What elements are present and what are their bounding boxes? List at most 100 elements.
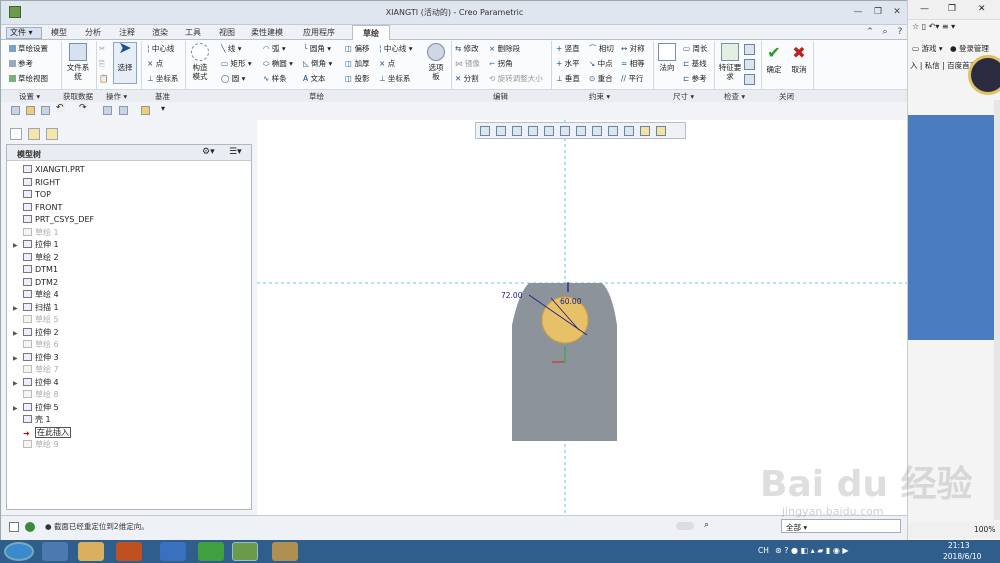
baidu-cloud-taskbar-icon[interactable] [160,542,186,561]
reference-dim-button[interactable]: ⊏ 参考 [683,74,707,84]
sketch-view-button[interactable]: 草绘视图 [9,74,48,84]
saved-orientations-icon[interactable] [560,126,570,136]
zoom-level[interactable]: 100% [974,525,995,534]
display-style-icon[interactable] [544,126,554,136]
tree-item[interactable]: FRONT [13,202,62,214]
cancel-button[interactable]: ✖ 取消 [789,43,809,74]
open-folder-icon[interactable] [26,106,35,115]
chamfer-button[interactable]: ◺ 倒角 ▾ [303,59,332,69]
folder-browser-tab-icon[interactable] [28,128,40,140]
save-icon[interactable] [41,106,50,115]
paint-taskbar-icon[interactable] [272,542,298,561]
close-doc-icon[interactable] [141,106,150,115]
sketcher-display-filter-icon[interactable] [656,126,666,136]
feature-requirements-button[interactable]: 特征要求 [717,43,743,81]
tree-item[interactable]: ▶ 扫描 1 [13,302,59,314]
smart-toggle[interactable] [676,522,694,530]
expand-arrow-icon[interactable]: ▶ [13,378,23,390]
tab-flexible-modeling[interactable]: 柔性建模 [251,27,283,38]
text-button[interactable]: A 文本 [303,74,326,84]
sketch-csys-button[interactable]: ⊥ 坐标系 [379,74,410,84]
ellipse-button[interactable]: ⬭ 椭圆 ▾ [263,59,293,69]
tree-settings-icon[interactable]: ⚙▾ [202,147,215,157]
mirror-button[interactable]: ⋈ 镜像 [455,59,480,69]
line-button[interactable]: ╲ 线 ▾ [221,44,242,54]
restore-icon[interactable]: ❐ [948,4,956,14]
view-manager-icon[interactable] [576,126,586,136]
tree-item[interactable]: RIGHT [13,177,60,189]
references-button[interactable]: 参考 [9,59,33,69]
corner-button[interactable]: ⌐ 拐角 [489,59,513,69]
model-tree-tab-icon[interactable] [10,128,22,140]
tree-item[interactable]: PRT_CSYS_DEF [13,214,94,226]
redo-icon[interactable]: ↷ [79,103,88,113]
media-player-taskbar-icon[interactable] [116,542,142,561]
annotation-display-icon[interactable] [624,126,634,136]
find-icon[interactable]: ⌕ [704,520,709,530]
refit-icon[interactable] [480,126,490,136]
group-label-setup[interactable]: 设置 ▾ [19,91,40,102]
tab-render[interactable]: 渲染 [152,27,168,38]
tree-item[interactable]: ▶ 拉伸 2 [13,327,59,339]
dimension-72[interactable]: 72.00 [501,291,523,300]
expand-arrow-icon[interactable]: ▶ [13,403,23,415]
minimize-button[interactable]: — [851,6,865,18]
baseline-button[interactable]: ⊏ 基线 [683,59,707,69]
tab-annotate[interactable]: 注释 [119,27,135,38]
tree-item[interactable]: ▶ 拉伸 1 [13,239,59,251]
tree-item[interactable]: ▶ 拉伸 4 [13,377,59,389]
browser-toggle-icon[interactable] [25,522,35,532]
tree-item[interactable]: 草绘 9 [13,439,59,451]
group-label-dimension[interactable]: 尺寸 ▾ [673,91,694,102]
shade-closed-loops-icon[interactable] [744,74,755,85]
zoom-in-icon[interactable] [496,126,506,136]
highlight-open-ends-icon[interactable] [744,59,755,70]
perpendicular-button[interactable]: ⊥ 垂直 [556,74,580,84]
tab-model[interactable]: 模型 [51,27,67,38]
tree-item[interactable]: 草绘 7 [13,364,59,376]
copy-icon[interactable]: ⎘ [99,59,105,69]
spin-center-icon[interactable] [608,126,618,136]
tree-item[interactable]: 草绘 6 [13,339,59,351]
spline-button[interactable]: ∿ 样条 [263,74,287,84]
tree-item[interactable]: 草绘 1 [13,227,59,239]
browser-taskbar-icon[interactable] [42,542,68,561]
circle-button[interactable]: ◯ 圆 ▾ [221,74,245,84]
tree-item[interactable]: 草绘 2 [13,252,59,264]
sketch-point-button[interactable]: × 点 [379,59,395,69]
tree-item[interactable]: DTM2 [13,277,58,289]
search-icon[interactable]: ⌕ [878,26,892,38]
rotate-resize-button[interactable]: ⟲ 旋转调整大小 [489,74,543,84]
tab-tools[interactable]: 工具 [185,27,201,38]
help-icon[interactable]: ? [893,26,907,38]
tree-item[interactable]: ➜ 在此插入 [13,426,71,439]
close-window-button[interactable]: ✕ [890,6,904,18]
symmetric-button[interactable]: ↔ 对称 [621,44,645,54]
equal-button[interactable]: = 相等 [621,59,645,69]
expand-arrow-icon[interactable]: ▶ [13,240,23,252]
arc-button[interactable]: ◠ 弧 ▾ [263,44,286,54]
games-link[interactable]: ▭ 游戏 ▾ [912,43,943,54]
file-system-button[interactable]: 文件系统 [65,43,91,81]
toggle-navigator-icon[interactable] [9,522,19,532]
ie-taskbar-icon[interactable] [198,542,224,561]
fillet-button[interactable]: ╰ 圆角 ▾ [303,44,331,54]
group-label-inspect[interactable]: 检查 ▾ [724,91,745,102]
construction-mode-button[interactable]: 构造模式 [189,43,211,81]
close-icon[interactable]: ✕ [978,4,986,14]
overlap-geometry-icon[interactable] [744,44,755,55]
favorites-tab-icon[interactable] [46,128,58,140]
select-button[interactable]: ➤ 选择 [113,40,137,84]
clock-date[interactable]: 2018/6/10 [943,552,981,561]
thicken-button[interactable]: ◫ 加厚 [345,59,369,69]
tree-filter-icon[interactable]: ☰▾ [229,147,242,157]
creo-taskbar-icon[interactable] [232,542,258,561]
expand-arrow-icon[interactable]: ▶ [13,328,23,340]
vertical-button[interactable]: + 竖直 [556,44,580,54]
tree-item[interactable]: ▶ 拉伸 3 [13,352,59,364]
ok-button[interactable]: ✔ 确定 [764,43,784,74]
group-label-operations[interactable]: 操作 ▾ [106,91,127,102]
tab-file[interactable]: 文件 ▾ [6,27,42,39]
collapse-ribbon-icon[interactable]: ⌃ [863,26,877,38]
sketch-view-icon[interactable] [640,126,650,136]
